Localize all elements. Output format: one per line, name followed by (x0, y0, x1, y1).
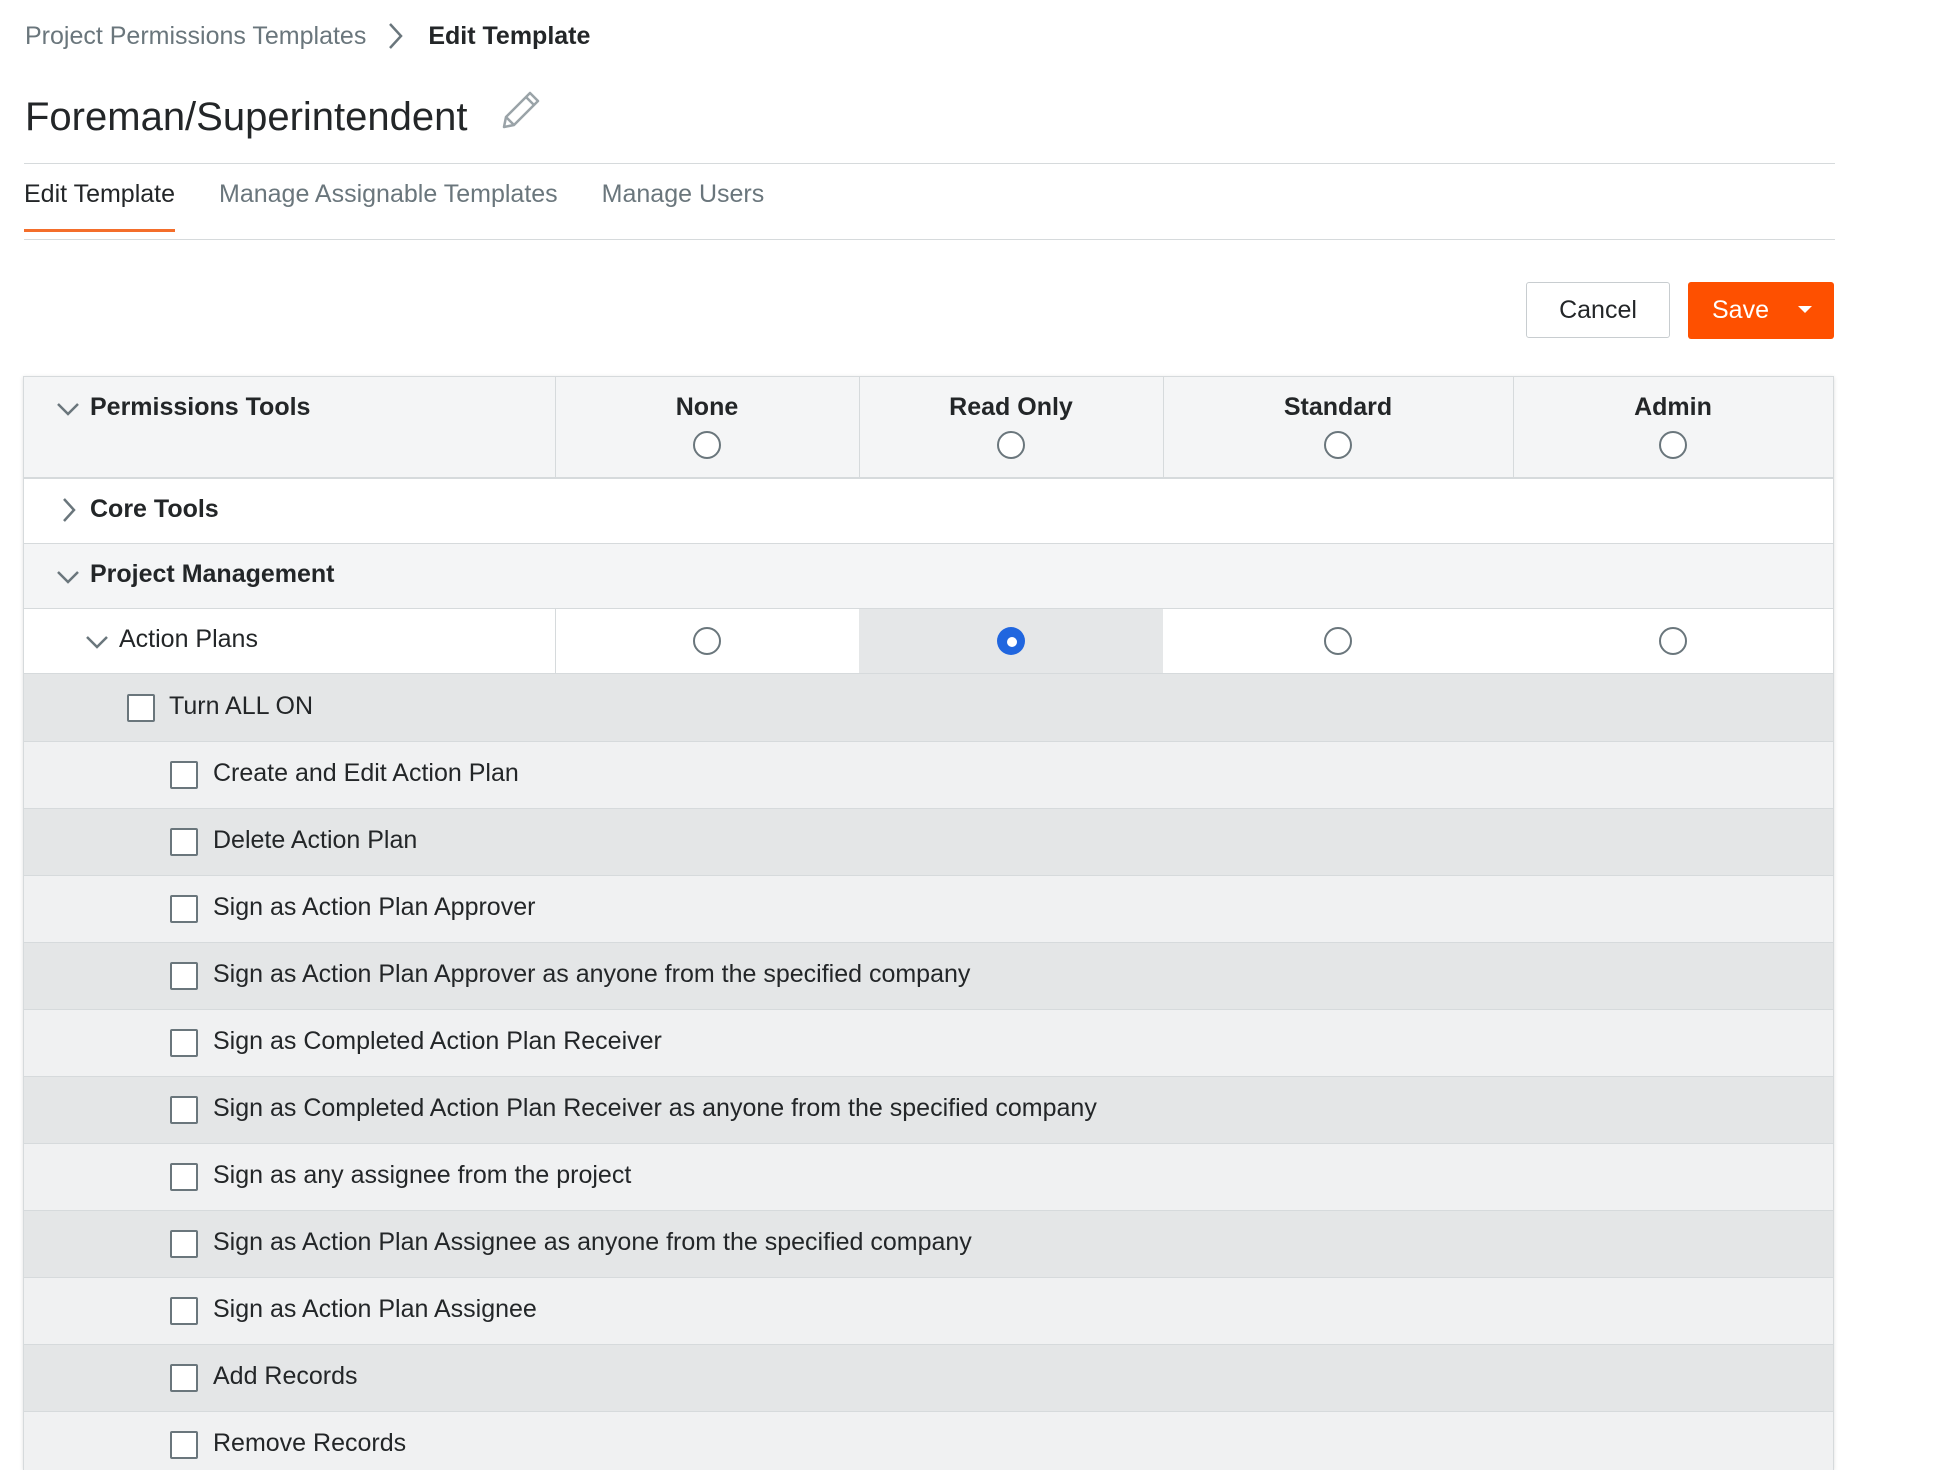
radio-standard[interactable] (1324, 627, 1352, 655)
list-item[interactable]: Add Records (24, 1345, 1833, 1412)
chevron-right-icon[interactable] (61, 497, 77, 528)
tool-label: Action Plans (119, 625, 258, 653)
column-header-tools: Permissions Tools (90, 393, 311, 421)
turn-all-on-checkbox[interactable] (127, 694, 155, 722)
breadcrumb-current: Edit Template (428, 21, 591, 50)
tool-row-action-plans: Action Plans (24, 609, 1833, 674)
permission-checkbox[interactable] (170, 1230, 198, 1258)
breadcrumb: Project Permissions Templates Edit Templ… (25, 18, 590, 54)
header-radio-read-only[interactable] (997, 431, 1025, 459)
page: Project Permissions Templates Edit Templ… (0, 0, 1944, 1470)
chevron-down-icon[interactable] (56, 569, 80, 590)
group-label: Project Management (90, 560, 335, 588)
permissions-table: Permissions Tools None Read Only Standar… (23, 376, 1834, 1470)
list-item[interactable]: Sign as Action Plan Approver as anyone f… (24, 943, 1833, 1010)
title-row: Foreman/Superintendent (25, 88, 544, 146)
permission-checkbox[interactable] (170, 962, 198, 990)
save-button[interactable]: Save (1688, 282, 1834, 339)
column-header-none: None (675, 393, 739, 421)
radio-read-only[interactable] (997, 627, 1025, 655)
column-divider (555, 377, 556, 477)
turn-all-on-label: Turn ALL ON (169, 692, 314, 720)
column-divider (555, 609, 556, 673)
permission-checkbox[interactable] (170, 761, 198, 789)
permission-label: Sign as Action Plan Approver (213, 893, 536, 921)
tab-bar: Edit Template Manage Assignable Template… (24, 172, 808, 240)
permission-checkbox[interactable] (170, 895, 198, 923)
column-divider (1513, 377, 1514, 477)
permission-checkbox[interactable] (170, 828, 198, 856)
permission-label: Sign as any assignee from the project (213, 1161, 632, 1189)
chevron-right-icon (388, 18, 410, 54)
pencil-icon[interactable] (496, 87, 544, 135)
list-item[interactable]: Sign as Action Plan Approver (24, 876, 1833, 943)
list-item[interactable]: Sign as Completed Action Plan Receiver a… (24, 1077, 1833, 1144)
permission-checkbox[interactable] (170, 1096, 198, 1124)
group-row-core-tools[interactable]: Core Tools (24, 479, 1833, 544)
tab-edit-template[interactable]: Edit Template (24, 172, 176, 232)
caret-down-icon[interactable] (1798, 306, 1812, 313)
radio-none[interactable] (693, 627, 721, 655)
header-radio-standard[interactable] (1324, 431, 1352, 459)
list-item[interactable]: Sign as Completed Action Plan Receiver (24, 1010, 1833, 1077)
permission-label: Sign as Action Plan Assignee as anyone f… (213, 1228, 972, 1256)
permission-label: Create and Edit Action Plan (213, 759, 519, 787)
tab-manage-users[interactable]: Manage Users (602, 172, 765, 232)
list-item[interactable]: Sign as Action Plan Assignee as anyone f… (24, 1211, 1833, 1278)
permission-label: Delete Action Plan (213, 826, 418, 854)
radio-admin[interactable] (1659, 627, 1687, 655)
permission-label: Sign as Completed Action Plan Receiver a… (213, 1094, 1097, 1122)
list-item[interactable]: Create and Edit Action Plan (24, 742, 1833, 809)
column-divider (859, 377, 860, 477)
tab-manage-assignable-templates[interactable]: Manage Assignable Templates (219, 172, 558, 232)
divider (24, 163, 1835, 164)
table-header: Permissions Tools None Read Only Standar… (24, 377, 1833, 479)
permission-checkbox[interactable] (170, 1163, 198, 1191)
permission-label: Sign as Completed Action Plan Receiver (213, 1027, 662, 1055)
permission-label: Add Records (213, 1362, 358, 1390)
permission-label: Sign as Action Plan Assignee (213, 1295, 537, 1323)
column-header-admin: Admin (1634, 393, 1712, 421)
permission-checkbox[interactable] (170, 1364, 198, 1392)
group-label: Core Tools (90, 495, 219, 523)
group-row-project-management[interactable]: Project Management (24, 544, 1833, 609)
header-radio-none[interactable] (693, 431, 721, 459)
column-header-read-only: Read Only (949, 393, 1073, 421)
turn-all-on-row[interactable]: Turn ALL ON (24, 674, 1833, 742)
cancel-button[interactable]: Cancel (1526, 282, 1670, 338)
list-item[interactable]: Sign as any assignee from the project (24, 1144, 1833, 1211)
chevron-down-icon[interactable] (56, 401, 80, 422)
column-header-standard: Standard (1283, 393, 1393, 421)
list-item[interactable]: Delete Action Plan (24, 809, 1833, 876)
list-item[interactable]: Remove Records (24, 1412, 1833, 1470)
chevron-down-icon[interactable] (85, 634, 109, 655)
divider (24, 239, 1835, 240)
permission-checkbox[interactable] (170, 1029, 198, 1057)
breadcrumb-parent-link[interactable]: Project Permissions Templates (25, 22, 366, 51)
column-divider (1163, 377, 1164, 477)
save-button-label: Save (1712, 296, 1769, 324)
permission-checkbox[interactable] (170, 1297, 198, 1325)
page-title: Foreman/Superintendent (25, 95, 468, 139)
list-item[interactable]: Sign as Action Plan Assignee (24, 1278, 1833, 1345)
header-radio-admin[interactable] (1659, 431, 1687, 459)
permission-label: Remove Records (213, 1429, 407, 1457)
permission-label: Sign as Action Plan Approver as anyone f… (213, 960, 971, 988)
permission-checkbox[interactable] (170, 1431, 198, 1459)
